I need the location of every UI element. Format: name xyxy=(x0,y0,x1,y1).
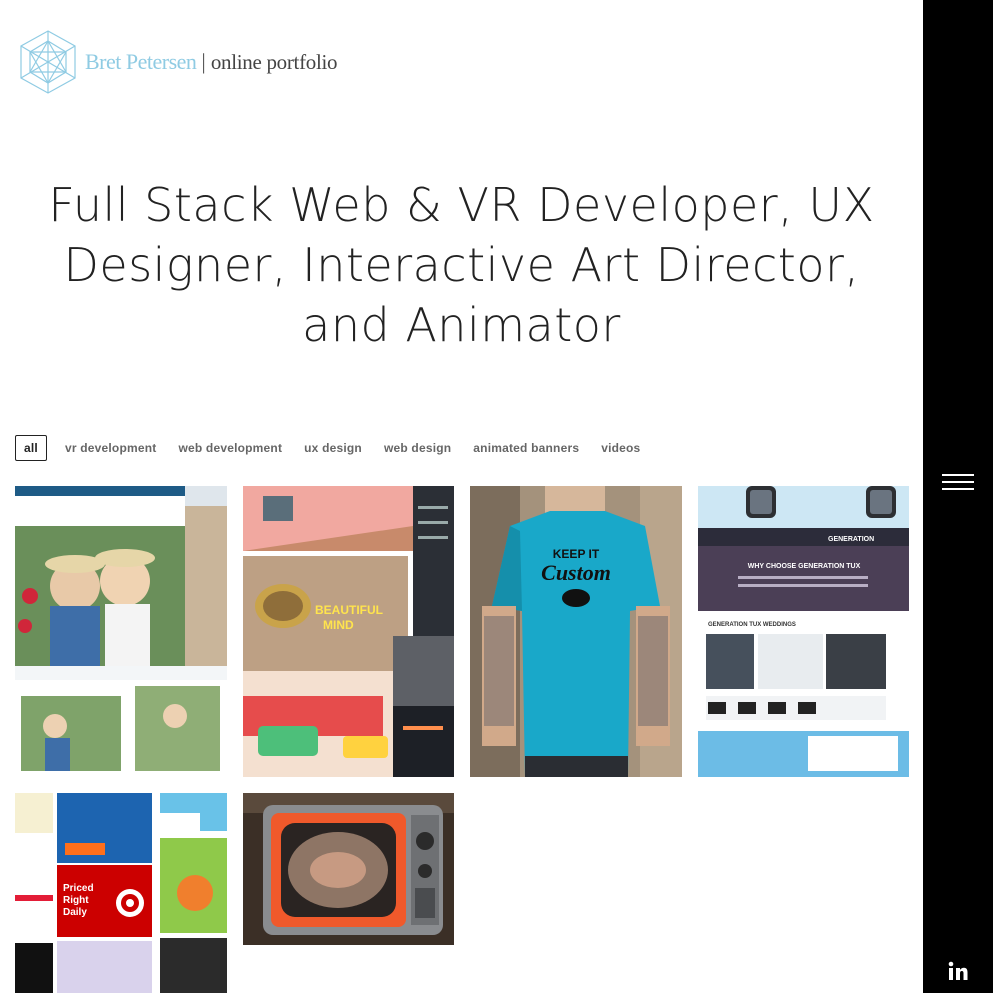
svg-text:GENERATION: GENERATION xyxy=(828,536,874,543)
portfolio-filter-bar: all vr development web development ux de… xyxy=(15,435,662,461)
hamburger-menu-icon[interactable] xyxy=(942,473,974,491)
site-logo[interactable]: Bret Petersen | online portfolio xyxy=(15,29,338,95)
portfolio-tile-animated-banners[interactable]: Priced Right Daily xyxy=(15,793,227,993)
svg-text:Daily: Daily xyxy=(63,907,87,918)
svg-text:Right: Right xyxy=(63,895,89,906)
portfolio-tile-beautiful-mind[interactable]: BEAUTIFUL MIND xyxy=(243,486,454,777)
keep-it-custom-thumbnail: KEEP IT Custom xyxy=(470,486,682,777)
svg-text:Priced: Priced xyxy=(63,883,94,894)
portfolio-tile-coolibar[interactable] xyxy=(15,486,227,777)
filter-web-design[interactable]: web design xyxy=(384,435,451,461)
logo-separator: | xyxy=(201,49,206,74)
animated-banners-thumbnail: Priced Right Daily xyxy=(15,793,227,993)
logo-tagline: online portfolio xyxy=(210,49,338,74)
hero-headline: Full Stack Web & VR Developer, UX Design… xyxy=(48,178,875,352)
logo-name: Bret Petersen xyxy=(85,49,197,74)
menu-line xyxy=(942,481,974,483)
geodesic-logo-icon xyxy=(20,30,76,94)
svg-text:WHY CHOOSE GENERATION TUX: WHY CHOOSE GENERATION TUX xyxy=(748,563,861,570)
filter-web-development[interactable]: web development xyxy=(178,435,282,461)
svg-text:KEEP IT: KEEP IT xyxy=(553,547,600,561)
portfolio-tile-retro-tv[interactable] xyxy=(243,793,454,945)
generation-tux-thumbnail: GENERATION WHY CHOOSE GENERATION TUX GEN… xyxy=(698,486,909,777)
filter-videos[interactable]: videos xyxy=(601,435,640,461)
portfolio-tile-generation-tux[interactable]: GENERATION WHY CHOOSE GENERATION TUX GEN… xyxy=(698,486,909,777)
filter-vr-development[interactable]: vr development xyxy=(65,435,157,461)
right-sidebar xyxy=(923,0,993,993)
filter-animated-banners[interactable]: animated banners xyxy=(473,435,579,461)
menu-line xyxy=(942,488,974,490)
retro-tv-thumbnail xyxy=(243,793,454,945)
svg-text:BEAUTIFUL: BEAUTIFUL xyxy=(315,603,383,617)
coolibar-thumbnail xyxy=(15,486,227,777)
svg-text:Custom: Custom xyxy=(541,560,611,585)
linkedin-icon[interactable] xyxy=(948,961,968,981)
menu-line xyxy=(942,474,974,476)
beautiful-mind-thumbnail: BEAUTIFUL MIND xyxy=(243,486,454,777)
filter-all[interactable]: all xyxy=(15,435,47,461)
filter-ux-design[interactable]: ux design xyxy=(304,435,362,461)
portfolio-tile-keep-it-custom[interactable]: KEEP IT Custom xyxy=(470,486,682,777)
svg-text:MIND: MIND xyxy=(323,618,354,632)
svg-text:GENERATION TUX WEDDINGS: GENERATION TUX WEDDINGS xyxy=(708,622,796,628)
